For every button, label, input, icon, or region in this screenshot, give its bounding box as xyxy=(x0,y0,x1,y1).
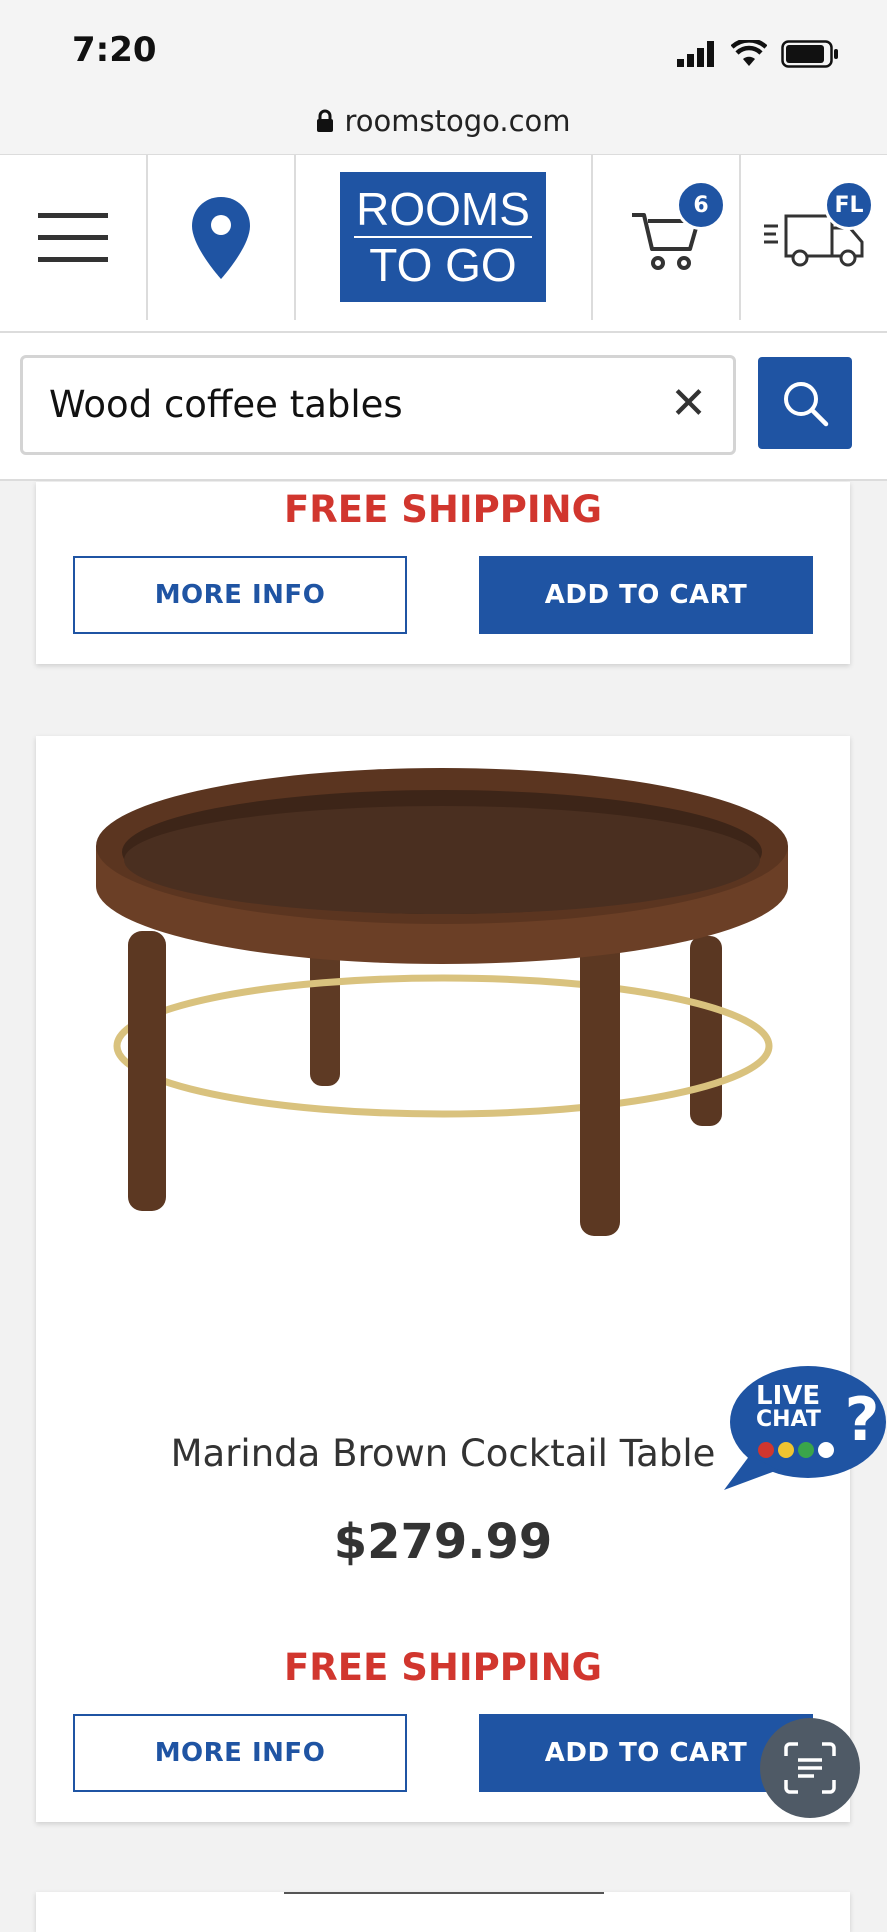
location-pin-icon xyxy=(192,196,250,279)
status-icons xyxy=(677,40,839,68)
status-bar: 7:20 xyxy=(0,0,887,100)
status-time: 7:20 xyxy=(72,30,157,70)
logo-line-1: ROOMS xyxy=(356,183,530,235)
site-logo[interactable]: ROOMS TO GO xyxy=(340,172,546,302)
search-button[interactable] xyxy=(758,357,852,449)
logo-line-2: TO GO xyxy=(354,236,532,292)
product-image[interactable] xyxy=(36,736,850,1316)
lock-icon xyxy=(317,109,334,132)
delivery-button[interactable] xyxy=(741,155,887,320)
product-price: $279.99 xyxy=(333,1514,553,1570)
search-field[interactable]: ✕ xyxy=(20,355,736,455)
clear-search-button[interactable]: ✕ xyxy=(670,382,707,426)
search-input[interactable] xyxy=(47,382,651,427)
address-bar[interactable]: roomstogo.com xyxy=(0,88,887,156)
menu-button[interactable] xyxy=(0,155,146,320)
svg-text:?: ? xyxy=(845,1385,880,1455)
scan-text-button[interactable] xyxy=(760,1718,860,1818)
product-card xyxy=(36,1892,850,1932)
scan-text-icon xyxy=(784,1742,836,1794)
wifi-icon xyxy=(731,40,767,66)
live-chat-button[interactable]: ? LIVE CHAT xyxy=(720,1360,887,1500)
free-shipping-label: FREE SHIPPING xyxy=(284,488,602,531)
delivery-state-badge: FL xyxy=(824,180,874,230)
more-info-button[interactable]: MORE INFO xyxy=(73,556,407,634)
product-card: Marinda Brown Cocktail Table $279.99 FRE… xyxy=(36,736,850,1822)
more-info-button[interactable]: MORE INFO xyxy=(73,1714,407,1792)
hamburger-icon xyxy=(38,212,108,262)
header-divider xyxy=(294,155,296,320)
cart-button[interactable] xyxy=(593,155,739,320)
search-icon xyxy=(784,382,829,427)
cart-count-badge: 6 xyxy=(676,180,726,230)
signal-icon xyxy=(677,41,714,67)
product-card: FREE SHIPPING MORE INFO ADD TO CART xyxy=(36,482,850,664)
live-chat-line-2: CHAT xyxy=(756,1407,821,1432)
url-text: roomstogo.com xyxy=(344,104,571,138)
battery-icon xyxy=(781,40,838,68)
live-chat-label: LIVE CHAT xyxy=(756,1381,821,1432)
free-shipping-label: FREE SHIPPING xyxy=(284,1646,602,1689)
search-bar: ✕ xyxy=(0,333,887,481)
card-top-line xyxy=(284,1892,604,1894)
live-chat-line-1: LIVE xyxy=(756,1381,821,1411)
store-locator-button[interactable] xyxy=(148,155,294,320)
add-to-cart-button[interactable]: ADD TO CART xyxy=(479,556,813,634)
